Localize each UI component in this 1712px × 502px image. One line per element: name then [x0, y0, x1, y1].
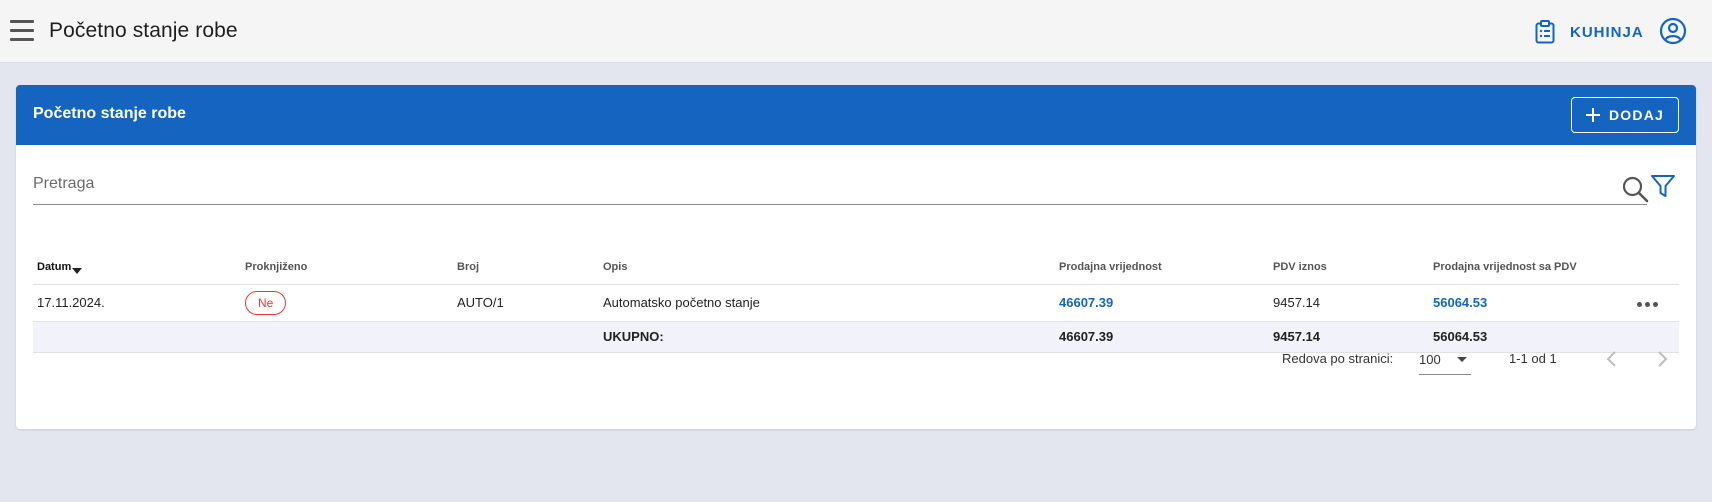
page-title: Početno stanje robe [49, 19, 238, 42]
cell-broj: AUTO/1 [453, 284, 599, 322]
cell-datum: 17.11.2024. [33, 284, 241, 322]
column-header-label: Datum [37, 260, 72, 273]
search-field [33, 165, 1649, 205]
table-row[interactable]: 17.11.2024. Ne AUTO/1 Automatsko početno… [33, 284, 1679, 322]
column-header-proknjizeno[interactable]: Proknjiženo [241, 251, 453, 285]
column-header-opis[interactable]: Opis [599, 251, 1055, 285]
content-card: Početno stanje robe DODAJ Datum Proknji [16, 85, 1696, 429]
kitchen-button[interactable]: KUHINJA [1524, 14, 1654, 50]
pagination: Redova po stranici: 100 1-1 od 1 [16, 339, 1696, 379]
column-header-actions [1629, 251, 1679, 285]
add-button-label: DODAJ [1608, 107, 1664, 123]
filter-icon[interactable] [1649, 172, 1677, 200]
chevron-right-icon[interactable] [1650, 347, 1674, 371]
column-header-prodajna-vrijednost[interactable]: Prodajna vrijednost [1055, 251, 1269, 285]
more-horizontal-icon[interactable] [1633, 298, 1662, 311]
sort-descending-icon[interactable] [72, 267, 83, 274]
prodajna-vrijednost-link[interactable]: 46607.39 [1059, 295, 1113, 310]
rows-per-page-value: 100 [1419, 352, 1441, 367]
table-header-row: Datum Proknjiženo Broj Opis Prodajna vri… [33, 251, 1679, 285]
column-header-prodajna-vrijednost-sa-pdv[interactable]: Prodajna vrijednost sa PDV [1429, 251, 1629, 285]
hamburger-menu-icon[interactable] [10, 20, 34, 42]
search-input[interactable] [33, 165, 1593, 203]
column-header-broj[interactable]: Broj [453, 251, 599, 285]
clipboard-list-icon [1535, 20, 1555, 44]
account-circle-icon[interactable] [1659, 17, 1687, 45]
cell-prodajna-vrijednost: 46607.39 [1055, 284, 1269, 322]
data-table: Datum Proknjiženo Broj Opis Prodajna vri… [33, 251, 1679, 353]
cell-proknjizeno: Ne [241, 284, 453, 322]
card-header: Početno stanje robe DODAJ [16, 85, 1696, 145]
top-app-bar: Početno stanje robe KUHINJA [0, 0, 1712, 63]
prodajna-vrijednost-sa-pdv-link[interactable]: 56064.53 [1433, 295, 1487, 310]
cell-opis: Automatsko početno stanje [599, 284, 1055, 322]
search-icon[interactable] [1621, 175, 1649, 203]
card-title: Početno stanje robe [33, 105, 186, 122]
rows-per-page-select[interactable]: 100 [1419, 343, 1471, 375]
column-header-pdv-iznos[interactable]: PDV iznos [1269, 251, 1429, 285]
status-badge: Ne [245, 290, 287, 315]
plus-icon [1585, 108, 1600, 122]
page-range: 1-1 od 1 [1509, 351, 1557, 366]
cell-pdv-iznos: 9457.14 [1269, 284, 1429, 322]
add-button[interactable]: DODAJ [1571, 97, 1679, 133]
chevron-left-icon[interactable] [1600, 347, 1624, 371]
caret-down-icon [1457, 357, 1467, 362]
kitchen-label: KUHINJA [1570, 23, 1644, 41]
cell-actions [1629, 284, 1679, 322]
cell-prodajna-vrijednost-sa-pdv: 56064.53 [1429, 284, 1629, 322]
column-header-datum[interactable]: Datum [33, 251, 241, 285]
rows-per-page-label: Redova po stranici: [1282, 351, 1394, 366]
